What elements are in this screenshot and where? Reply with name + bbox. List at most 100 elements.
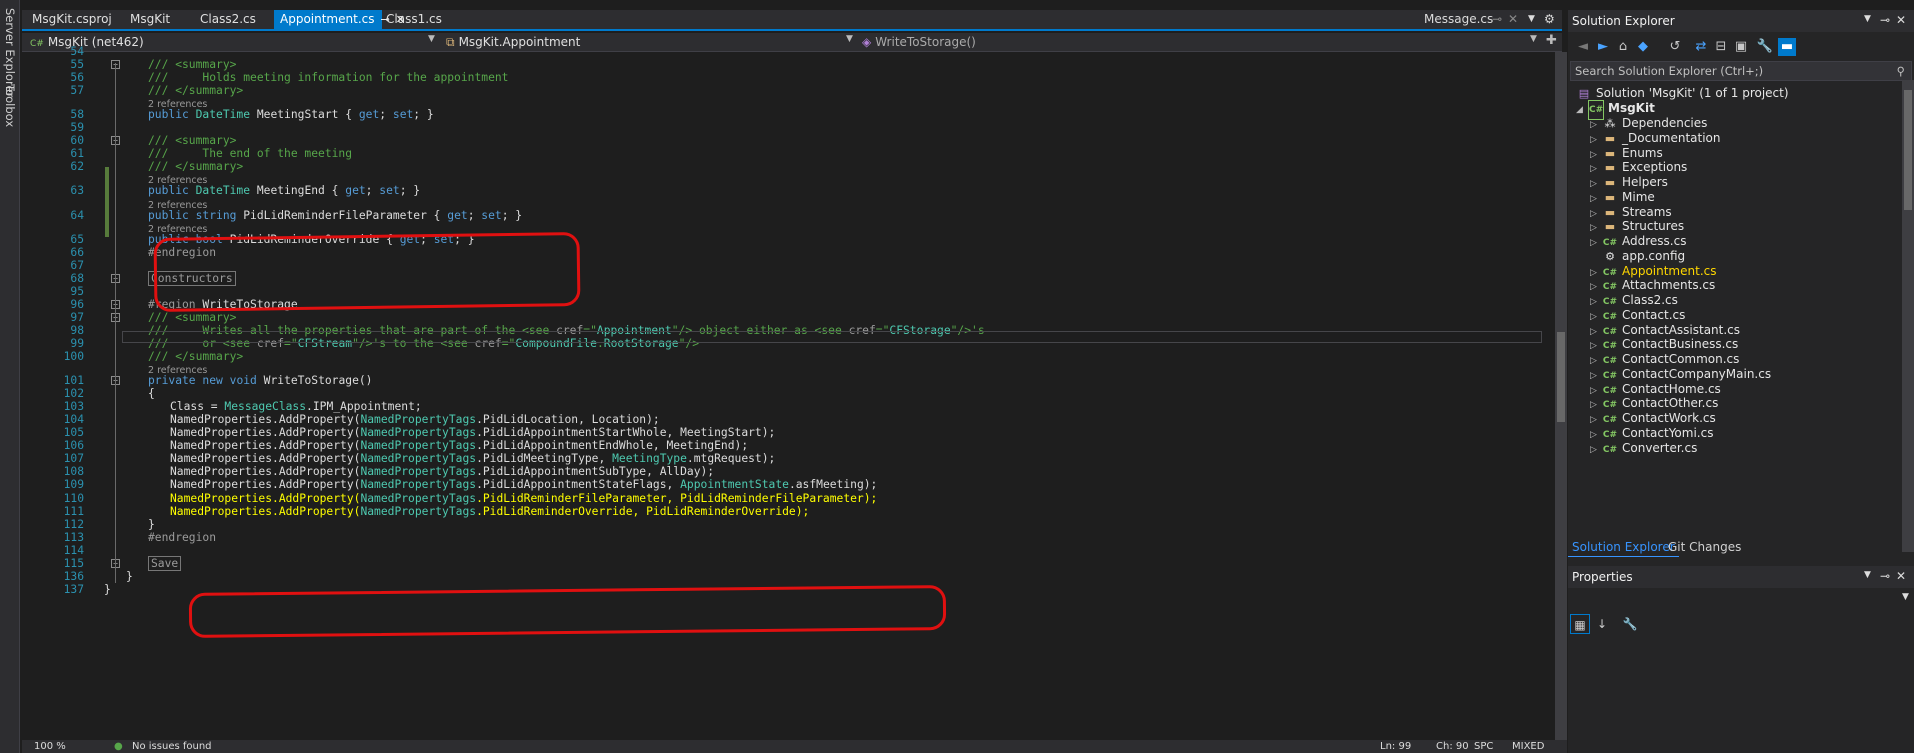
pin-icon[interactable]: ⊸ <box>1492 10 1502 29</box>
code-text: /// <summary> <box>148 310 237 324</box>
pin-icon[interactable]: ⊸ <box>1880 569 1890 583</box>
chevron-down-icon: ▼ <box>1530 34 1537 44</box>
tab-label: MsgKit.csproj <box>32 12 112 26</box>
close-icon[interactable]: ✕ <box>1896 569 1906 583</box>
home-icon[interactable]: ⌂ <box>1614 38 1632 56</box>
solution-search-input[interactable]: Search Solution Explorer (Ctrl+;) ⚲ <box>1570 61 1912 81</box>
line-number: 97 <box>70 310 84 324</box>
panel-title: Properties <box>1572 570 1633 584</box>
line-number: 57 <box>70 84 84 98</box>
object-dropdown-icon[interactable]: ▼ <box>1902 592 1909 602</box>
editor-vertical-scrollbar[interactable] <box>1555 52 1567 740</box>
code-text: NamedProperties.AddProperty(NamedPropert… <box>170 465 715 479</box>
wrench-icon[interactable]: 🔧 <box>1756 38 1774 56</box>
collapse-all-icon[interactable]: ⊟ <box>1712 38 1730 56</box>
code-text: } <box>126 569 133 583</box>
line-number: 102 <box>63 387 84 401</box>
project-dropdown[interactable]: C# MsgKit (net462) <box>26 34 438 51</box>
forward-icon[interactable]: ► <box>1594 38 1612 56</box>
sync-icon[interactable]: ⇄ <box>1692 38 1710 56</box>
line-number: 112 <box>63 517 84 531</box>
code-text: NamedProperties.AddProperty(NamedPropert… <box>170 426 776 440</box>
properties-panel: Properties ▼ ⊸ ✕ ▼ ▦ ↓ 🔧 <box>1568 566 1914 753</box>
line-number: 58 <box>70 108 84 122</box>
property-pages-icon[interactable]: 🔧 <box>1620 614 1640 634</box>
issues-status[interactable]: No issues found <box>132 740 212 753</box>
column-number: Ch: 90 <box>1436 741 1469 752</box>
preview-icon[interactable]: ▬ <box>1778 38 1796 56</box>
tab-solution-explorer[interactable]: Solution Explorer <box>1568 537 1679 557</box>
line-number: 106 <box>63 439 84 453</box>
zoom-level[interactable]: 100 % <box>34 740 66 753</box>
class-dropdown[interactable]: ⧉ MsgKit.Appointment <box>442 34 854 51</box>
categorized-icon[interactable]: ▦ <box>1570 614 1590 634</box>
tab-class1[interactable]: Class1.cs <box>380 10 448 29</box>
method-icon: ◈ <box>862 35 872 49</box>
code-text: /// </summary> <box>148 350 244 363</box>
alphabetical-icon[interactable]: ↓ <box>1592 614 1612 634</box>
scrollbar-thumb[interactable] <box>1904 90 1912 210</box>
class-label: MsgKit.Appointment <box>458 35 581 49</box>
line-number: 64 <box>70 208 84 222</box>
line-number: 56 <box>70 71 84 85</box>
member-dropdown[interactable]: ◈ WriteToStorage() <box>858 34 1558 51</box>
indent-mode[interactable]: SPC <box>1474 740 1493 753</box>
tab-msgkit[interactable]: MsgKit <box>124 10 176 29</box>
close-icon[interactable]: ✕ <box>1508 10 1518 29</box>
dropdown-icon[interactable]: ▼ <box>1864 14 1871 24</box>
split-editor-icon[interactable]: ✚ <box>1546 33 1557 48</box>
tab-git-changes[interactable]: Git Changes <box>1664 537 1745 557</box>
line-number: 114 <box>63 543 84 557</box>
vs-icon[interactable]: ◆ <box>1634 38 1652 56</box>
code-text: NamedProperties.AddProperty(NamedPropert… <box>170 439 749 453</box>
pin-icon[interactable]: ⊸ <box>1880 13 1890 27</box>
line-number: Ln: 99 <box>1380 741 1412 752</box>
line-number: 67 <box>70 258 84 272</box>
history-icon[interactable]: ↺ <box>1666 38 1684 56</box>
current-line-highlight <box>122 331 1542 343</box>
code-text: /// </summary> <box>148 84 244 98</box>
line-endings[interactable]: MIXED <box>1512 740 1544 753</box>
line-number: 96 <box>70 297 84 311</box>
line-number: 62 <box>70 160 84 174</box>
close-icon[interactable]: ✕ <box>1896 13 1906 27</box>
tab-label: Class1.cs <box>386 12 442 26</box>
code-text: Class = MessageClass.IPM_Appointment; <box>170 400 422 414</box>
code-text: #endregion <box>148 530 217 544</box>
toolbox-tab[interactable]: Toolbox <box>3 84 17 127</box>
code-text: /// <summary> <box>148 58 237 72</box>
expand-arrow-icon[interactable]: ▷ <box>1590 441 1602 459</box>
gear-icon[interactable]: ⚙ <box>1544 10 1555 29</box>
left-tool-strip: Server Explorer Toolbox <box>0 0 20 753</box>
tab-message[interactable]: Message.cs <box>1424 10 1493 29</box>
search-icon[interactable]: ⚲ <box>1897 62 1905 80</box>
scrollbar-thumb[interactable] <box>1557 332 1565 422</box>
dropdown-icon[interactable]: ▼ <box>1864 570 1871 580</box>
class-icon: ⧉ <box>446 35 455 49</box>
show-all-files-icon[interactable]: ▣ <box>1732 38 1750 56</box>
tab-class2[interactable]: Class2.cs <box>194 10 262 29</box>
solution-explorer-scrollbar[interactable] <box>1902 80 1914 552</box>
code-text: public string PidLidReminderFileParamete… <box>148 208 523 222</box>
line-number: 65 <box>70 232 84 246</box>
solution-explorer-panel: Solution Explorer ▼ ⊸ ✕ ◄ ► ⌂ ◆ ↺ ⇄ ⊟ ▣ … <box>1568 10 1914 575</box>
code-text: /// Holds meeting information for the ap… <box>148 71 509 85</box>
tab-appointment[interactable]: Appointment.cs ⊸ ✕ <box>274 10 405 29</box>
solution-label: Solution 'MsgKit' (1 of 1 project) <box>1596 86 1789 100</box>
properties-header: Properties <box>1568 566 1914 588</box>
line-number: 136 <box>63 569 84 583</box>
line-number: 115 <box>63 556 84 570</box>
solution-item[interactable]: ▷ C# Converter.cs <box>1590 439 1697 457</box>
expanded-arrow-icon[interactable]: ◢ <box>1576 101 1588 119</box>
tab-msgkit-csproj[interactable]: MsgKit.csproj <box>26 10 118 29</box>
solution-explorer-header: Solution Explorer <box>1568 10 1914 32</box>
back-icon[interactable]: ◄ <box>1574 38 1592 56</box>
tab-label: MsgKit <box>130 12 171 26</box>
code-text: private new void WriteToStorage() <box>148 374 373 388</box>
line-number: 54 <box>70 45 84 58</box>
line-number: 111 <box>63 504 84 518</box>
status-bar: 100 % ● No issues found Ln: 99 Ch: 90 SP… <box>22 740 1567 753</box>
tab-dropdown-icon[interactable]: ▼ <box>1528 10 1535 29</box>
navigation-bar: C# MsgKit (net462) ▼ ⧉ MsgKit.Appointment … <box>22 33 1562 52</box>
member-label: WriteToStorage() <box>875 35 976 49</box>
